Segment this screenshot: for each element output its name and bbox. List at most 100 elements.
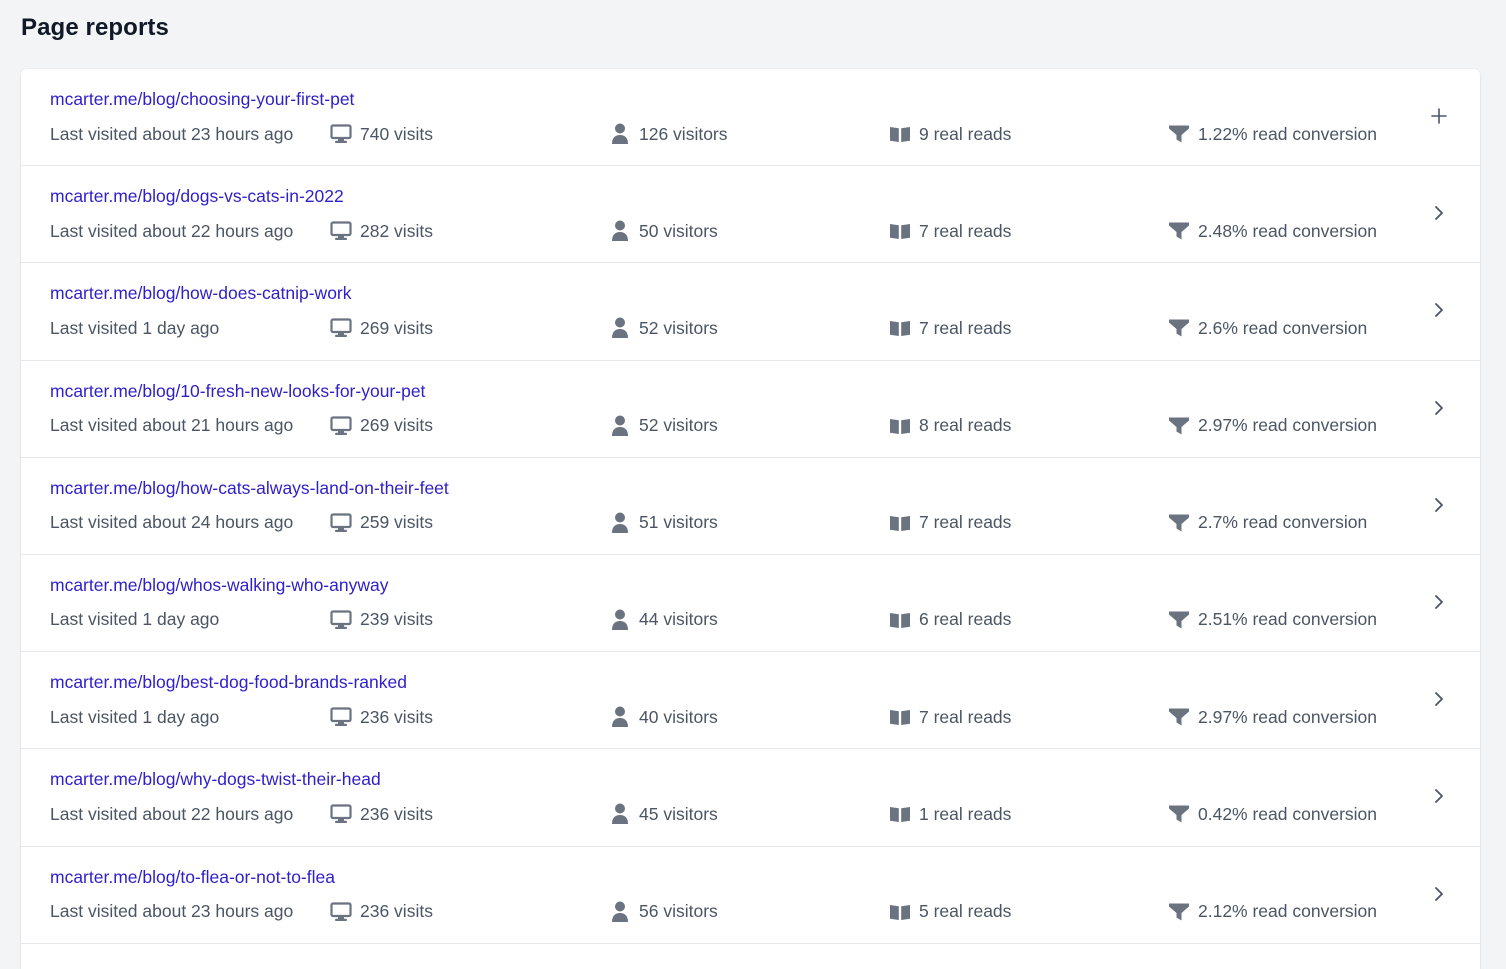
chevron-right-icon (1434, 497, 1444, 513)
row-action-button[interactable] (1428, 591, 1450, 613)
last-visited: Last visited 1 day ago (50, 706, 219, 728)
row-action-button[interactable] (1428, 105, 1450, 127)
reads-stat: 9 real reads (889, 123, 1011, 145)
last-visited: Last visited 1 day ago (50, 609, 219, 631)
row-action-button[interactable] (1428, 688, 1450, 710)
book-open-icon (889, 317, 911, 339)
chevron-right-icon (1434, 788, 1444, 804)
conversion-stat: 1.22% read conversion (1168, 123, 1377, 145)
book-open-icon (889, 123, 911, 145)
page-title: Page reports (21, 14, 169, 41)
page-report-row[interactable]: mcarter.me/blog/dogs-vs-cats-in-2022 Las… (21, 166, 1480, 264)
reads-stat: 7 real reads (889, 220, 1011, 242)
last-visited: Last visited 1 day ago (50, 317, 219, 339)
visitors-stat: 44 visitors (609, 609, 718, 631)
monitor-icon (330, 220, 352, 242)
user-icon (609, 803, 631, 825)
conversion-stat: 2.7% read conversion (1168, 512, 1367, 534)
row-action-button[interactable] (1428, 494, 1450, 516)
row-action-button[interactable] (1428, 785, 1450, 807)
visits-stat: 259 visits (330, 512, 433, 534)
monitor-icon (330, 609, 352, 631)
page-url-link[interactable]: mcarter.me/blog/how-does-catnip-work (50, 283, 352, 304)
funnel-icon (1168, 609, 1190, 631)
row-action-button[interactable] (1428, 299, 1450, 321)
chevron-right-icon (1434, 691, 1444, 707)
conversion-stat: 2.48% read conversion (1168, 220, 1377, 242)
monitor-icon (330, 123, 352, 145)
book-open-icon (889, 901, 911, 923)
book-open-icon (889, 706, 911, 728)
conversion-rate: 2.7% read conversion (1198, 512, 1368, 533)
page-url-link[interactable]: mcarter.me/blog/why-dogs-twist-their-hea… (50, 769, 381, 790)
reads-stat: 6 real reads (889, 609, 1011, 631)
last-visited: Last visited about 23 hours ago (50, 123, 293, 145)
visitors-count: 44 visitors (639, 609, 718, 630)
last-visited-text: Last visited 1 day ago (50, 609, 220, 630)
funnel-icon (1168, 220, 1190, 242)
book-open-icon (889, 609, 911, 631)
page-url-link[interactable]: mcarter.me/blog/dogs-vs-cats-in-2022 (50, 186, 344, 207)
book-open-icon (889, 415, 911, 437)
conversion-rate: 2.97% read conversion (1198, 706, 1377, 727)
last-visited: Last visited about 23 hours ago (50, 901, 293, 923)
reads-stat: 5 real reads (889, 901, 1011, 923)
conversion-rate: 2.12% read conversion (1198, 901, 1377, 921)
visitors-count: 51 visitors (639, 512, 718, 533)
visits-count: 259 visits (360, 512, 433, 533)
page-url-link[interactable]: mcarter.me/blog/choosing-your-first-pet (50, 89, 354, 110)
page-report-row[interactable]: mcarter.me/blog/how-does-catnip-work Las… (21, 263, 1480, 361)
row-action-button[interactable] (1428, 397, 1450, 419)
page-report-row[interactable]: mcarter.me/blog/10-fresh-new-looks-for-y… (21, 361, 1480, 458)
conversion-stat: 2.97% read conversion (1168, 415, 1377, 437)
reads-count: 6 real reads (919, 609, 1012, 630)
visitors-stat: 52 visitors (609, 317, 718, 339)
visits-stat: 740 visits (330, 123, 433, 145)
visitors-count: 126 visitors (639, 123, 728, 144)
book-open-icon (889, 803, 911, 825)
conversion-rate: 1.22% read conversion (1198, 123, 1377, 144)
visits-count: 740 visits (360, 123, 433, 144)
chevron-right-icon (1434, 400, 1444, 416)
conversion-rate: 2.51% read conversion (1198, 609, 1377, 630)
page-url-link[interactable]: mcarter.me/blog/to-flea-or-not-to-flea (50, 867, 335, 888)
page-report-row[interactable]: mcarter.me/blog/to-flea-or-not-to-flea L… (21, 847, 1480, 944)
conversion-stat: 0.42% read conversion (1168, 803, 1377, 825)
visitors-count: 45 visitors (639, 803, 718, 824)
page-report-row[interactable]: mcarter.me/blog/how-cats-always-land-on-… (21, 458, 1480, 555)
page-url-link[interactable]: mcarter.me/blog/best-dog-food-brands-ran… (50, 672, 407, 693)
last-visited: Last visited about 24 hours ago (50, 512, 293, 534)
row-action-button[interactable] (1428, 883, 1450, 905)
last-visited-text: Last visited about 24 hours ago (50, 512, 294, 533)
page-report-row[interactable]: mcarter.me/blog/choosing-your-first-pet … (21, 69, 1480, 167)
page-url-link[interactable]: mcarter.me/blog/whos-walking-who-anyway (50, 575, 388, 596)
conversion-stat: 2.6% read conversion (1168, 317, 1367, 339)
funnel-icon (1168, 706, 1190, 728)
chevron-right-icon (1434, 594, 1444, 610)
page-url-link[interactable]: mcarter.me/blog/10-fresh-new-looks-for-y… (50, 381, 425, 402)
visitors-count: 52 visitors (639, 317, 718, 338)
chevron-right-icon (1434, 205, 1444, 221)
reads-count: 7 real reads (919, 220, 1012, 241)
visitors-stat: 40 visitors (609, 706, 718, 728)
book-open-icon (889, 512, 911, 534)
user-icon (609, 901, 631, 923)
visitors-count: 56 visitors (639, 901, 718, 921)
user-icon (609, 123, 631, 145)
visitors-stat: 56 visitors (609, 901, 718, 923)
funnel-icon (1168, 512, 1190, 534)
conversion-stat: 2.12% read conversion (1168, 901, 1377, 923)
page-url-link[interactable]: mcarter.me/blog/how-cats-always-land-on-… (50, 478, 449, 499)
last-visited: Last visited about 22 hours ago (50, 220, 293, 242)
reads-count: 8 real reads (919, 415, 1012, 436)
reads-count: 5 real reads (919, 901, 1012, 921)
row-action-button[interactable] (1428, 202, 1450, 224)
reads-stat: 8 real reads (889, 415, 1011, 437)
page-report-row[interactable]: mcarter.me/blog/why-dogs-twist-their-hea… (21, 749, 1480, 847)
visits-count: 282 visits (360, 220, 433, 241)
last-visited-text: Last visited about 23 hours ago (50, 123, 294, 144)
conversion-stat: 2.97% read conversion (1168, 706, 1377, 728)
reads-count: 1 real reads (919, 803, 1012, 824)
page-report-row[interactable]: mcarter.me/blog/whos-walking-who-anyway … (21, 555, 1480, 653)
page-report-row[interactable]: mcarter.me/blog/best-dog-food-brands-ran… (21, 652, 1480, 750)
